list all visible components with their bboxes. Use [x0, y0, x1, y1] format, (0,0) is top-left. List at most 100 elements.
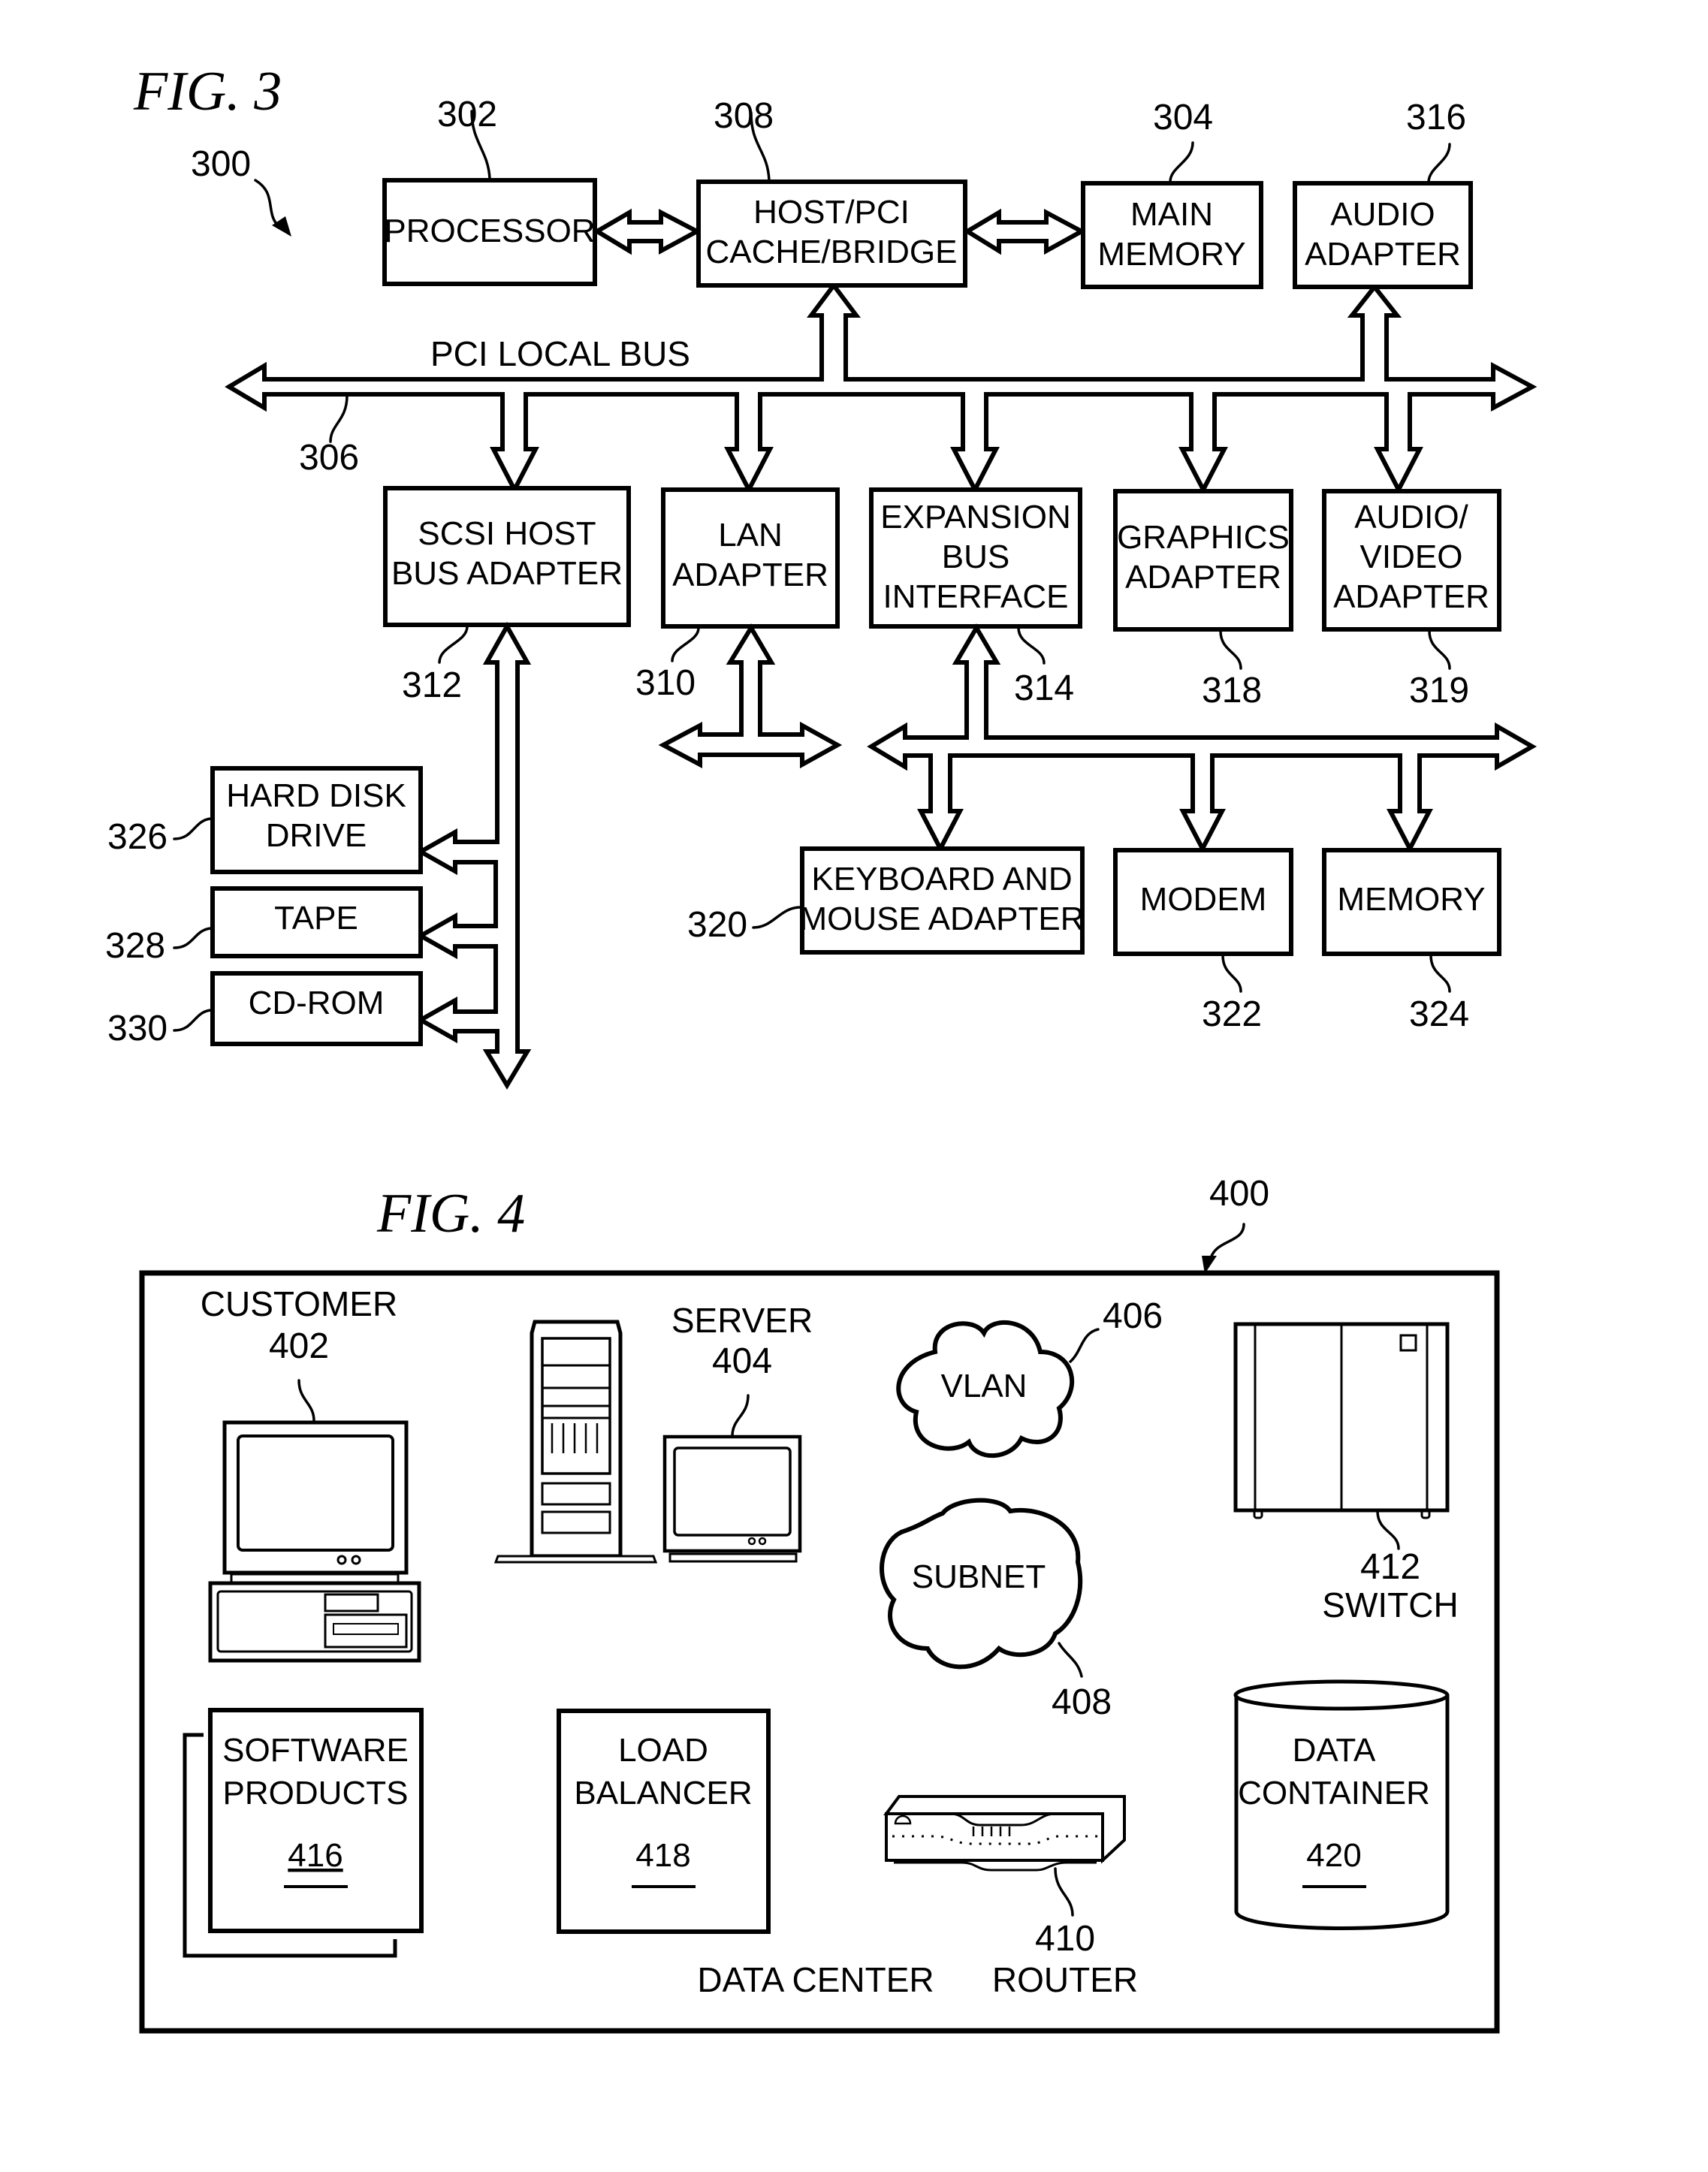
ref-412-leader: [1376, 1510, 1400, 1550]
main-memory-label-1: MAIN: [1130, 196, 1213, 233]
load-balancer-label-2: BALANCER: [574, 1775, 752, 1812]
cylinder-icon: [1234, 1695, 1450, 1930]
main-memory-ref: 304: [1153, 98, 1213, 137]
host-bridge-block: HOST/PCI CACHE/BRIDGE 308: [696, 96, 967, 288]
tape-block: TAPE 328: [105, 886, 423, 966]
lan-label-2: ADAPTER: [672, 557, 828, 593]
ref-312-leader: [438, 625, 469, 664]
vlan-label: VLAN: [941, 1368, 1028, 1404]
expansion-bus: [867, 623, 1538, 854]
fig4: FIG. 4 400 CUSTOMER 402 SERVER 404 VLAN …: [139, 1174, 1500, 2034]
switch-ref: 412: [1360, 1547, 1420, 1587]
pci-bus-label: PCI LOCAL BUS: [430, 334, 690, 373]
scsi-label-1: SCSI HOST: [418, 515, 596, 552]
router-label: ROUTER: [992, 1960, 1138, 1999]
audio-adapter-block: AUDIO ADAPTER 316: [1293, 98, 1473, 289]
ref-402-leader: [297, 1379, 315, 1422]
server-ref: 404: [712, 1341, 772, 1381]
monitor-screen: [237, 1434, 394, 1552]
scsi-label-2: BUS ADAPTER: [391, 555, 623, 592]
av-label-1: AUDIO/: [1354, 499, 1468, 535]
keyboard-label-2: MOUSE ADAPTER: [800, 900, 1085, 937]
ref-408-leader: [1058, 1642, 1083, 1678]
ref-404-leader: [731, 1394, 750, 1437]
system-ref-400: 400: [1209, 1174, 1269, 1214]
processor-block: PROCESSOR 302: [382, 95, 597, 286]
fig3: FIG. 3 300 PCI LOCAL BUS 306 PROCESSOR 3…: [105, 61, 1538, 1090]
router-ref: 410: [1035, 1919, 1095, 1959]
av-label-2: VIDEO: [1360, 538, 1463, 575]
server-label: SERVER: [671, 1301, 813, 1340]
subnet-cloud: SUBNET 408: [880, 1498, 1112, 1722]
lan-label-1: LAN: [718, 517, 783, 554]
data-container-ref: 420: [1306, 1837, 1361, 1874]
av-adapter-block: AUDIO/ VIDEO ADAPTER 319: [1322, 489, 1501, 710]
expansion-label-3: INTERFACE: [883, 578, 1069, 615]
scsi-ref: 312: [402, 665, 462, 705]
system-ref-300: 300: [191, 144, 251, 184]
subnet-ref: 408: [1052, 1682, 1112, 1722]
processor-label: PROCESSOR: [384, 213, 595, 249]
customer-ref: 402: [269, 1326, 329, 1366]
data-container-label-2: CONTAINER: [1238, 1775, 1430, 1812]
main-memory-label-2: MEMORY: [1097, 236, 1245, 273]
software-products: SOFTWARE PRODUCTS 416: [183, 1708, 424, 1958]
graphics-ref: 318: [1202, 671, 1262, 710]
ref-324-leader: [1429, 954, 1451, 993]
expansion-label-2: BUS: [942, 538, 1009, 575]
ref-310-leader: [671, 626, 700, 662]
host-bridge-label-1: HOST/PCI: [753, 194, 910, 231]
ref-319-leader: [1428, 629, 1451, 670]
fig4-title: FIG. 4: [376, 1183, 525, 1244]
ref-316-leader: [1427, 143, 1451, 183]
ref-300-leader: [254, 179, 281, 228]
audio-adapter-ref: 316: [1406, 98, 1466, 137]
switch: 412 SWITCH: [1233, 1322, 1459, 1624]
ref-326-leader: [173, 817, 213, 840]
ref-330-leader: [173, 1009, 213, 1032]
ref-406-leader: [1069, 1328, 1100, 1363]
desktop-unit-icon: [208, 1581, 421, 1663]
expansion-label-1: EXPANSION: [880, 499, 1070, 535]
memory-block: MEMORY 324: [1322, 848, 1501, 1034]
av-label-3: ADAPTER: [1333, 578, 1489, 615]
memory-ref: 324: [1409, 994, 1469, 1034]
host-bridge-ref: 308: [714, 96, 774, 136]
fig3-title: FIG. 3: [133, 61, 282, 122]
hdd-label-2: DRIVE: [266, 817, 367, 854]
load-balancer: LOAD BALANCER 418: [557, 1709, 771, 1934]
keyboard-ref: 320: [687, 905, 747, 945]
av-ref: 319: [1409, 671, 1469, 710]
load-balancer-label-1: LOAD: [618, 1732, 708, 1769]
cdrom-ref: 330: [107, 1009, 167, 1048]
ref-400-leader: [1209, 1223, 1245, 1259]
expansion-ref: 314: [1014, 668, 1074, 708]
data-container-label-1: DATA: [1293, 1732, 1376, 1769]
modem-block: MODEM 322: [1113, 848, 1293, 1034]
ref-314-leader: [1017, 626, 1046, 665]
load-balancer-ref: 418: [635, 1837, 690, 1874]
modem-label: MODEM: [1140, 881, 1267, 918]
audio-adapter-label-1: AUDIO: [1330, 196, 1435, 233]
hdd-block: HARD DISK DRIVE 326: [107, 766, 423, 874]
data-container: DATA CONTAINER 420: [1233, 1679, 1450, 1930]
vlan-cloud: VLAN 406: [896, 1296, 1163, 1459]
subnet-label: SUBNET: [912, 1558, 1046, 1595]
keyboard-label-1: KEYBOARD AND: [811, 861, 1072, 897]
customer-label: CUSTOMER: [201, 1284, 397, 1323]
switch-label: SWITCH: [1322, 1585, 1458, 1624]
hdd-ref: 326: [107, 817, 167, 857]
graphics-label-2: ADAPTER: [1125, 559, 1281, 596]
keyboard-block: KEYBOARD AND MOUSE ADAPTER 320: [687, 846, 1085, 955]
router-icon: [885, 1812, 1104, 1862]
software-ref: 416: [288, 1837, 343, 1874]
ref-306-leader: [329, 394, 349, 443]
memory-label: MEMORY: [1337, 881, 1485, 918]
lan-block: LAN ADAPTER 310: [635, 487, 840, 703]
ref-304-leader: [1169, 141, 1194, 183]
hdd-label-1: HARD DISK: [226, 777, 406, 814]
data-center-label: DATA CENTER: [697, 1960, 934, 1999]
bridge-memory-link: [963, 208, 1087, 255]
processor-bridge-link: [593, 208, 702, 255]
server-tower-icon: [530, 1320, 623, 1558]
